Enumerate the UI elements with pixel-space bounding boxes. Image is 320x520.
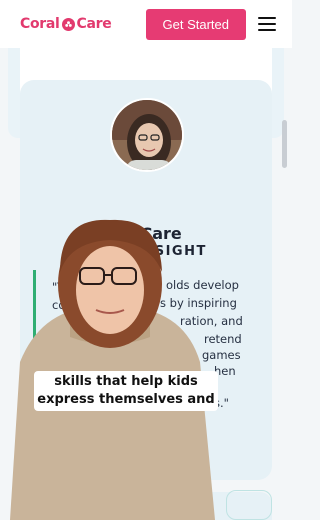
author-avatar [110,98,184,172]
get-started-button[interactable]: Get Started [145,8,246,40]
logo-flower-icon [61,17,75,31]
coralcare-logo[interactable]: Coral Care [20,16,112,32]
site-header: Coral Care Get Started [0,0,292,48]
header-actions: Get Started [114,8,276,40]
logo-text-care: Care [76,16,112,32]
next-card-outline [226,490,272,520]
hamburger-menu-icon[interactable] [258,17,276,31]
presenter-video-overlay [0,212,222,520]
scrollbar-thumb[interactable] [282,120,287,168]
caption-line-1: skills that help kids [54,374,198,389]
caption-line-2: express themselves and [37,392,215,407]
video-caption: skills that help kids express themselves… [34,371,218,411]
logo-text-coral: Coral [20,16,60,32]
